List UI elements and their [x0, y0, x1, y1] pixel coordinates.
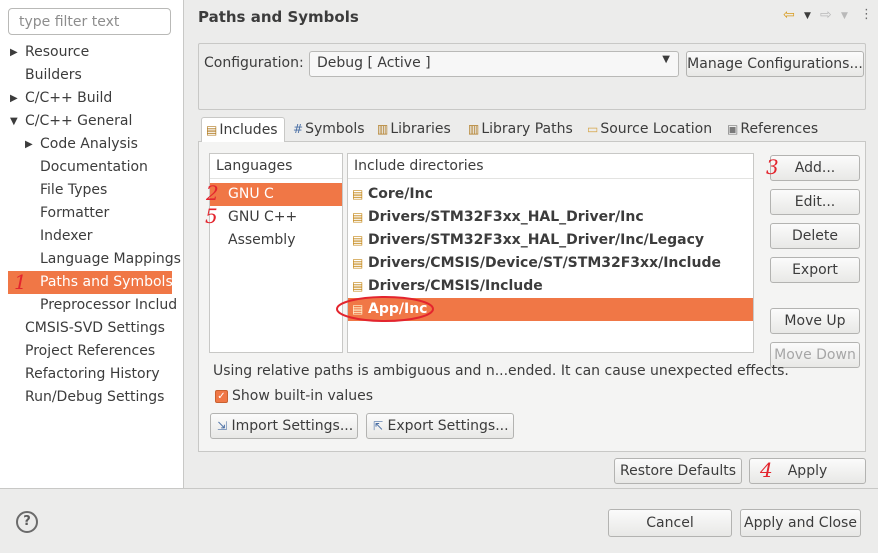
relative-path-warning: Using relative paths is ambiguous and n.…: [213, 363, 789, 379]
tab-includes[interactable]: ▤ Includes: [201, 117, 285, 142]
nav-item-file-types[interactable]: File Types: [40, 179, 107, 202]
import-icon: ⇲: [217, 419, 228, 433]
export-settings-button[interactable]: ⇱ Export Settings...: [366, 413, 514, 439]
nav-item-run-debug-settings[interactable]: Run/Debug Settings: [25, 386, 164, 409]
filter-input[interactable]: [8, 8, 171, 35]
library-paths-icon: ▥: [468, 122, 480, 136]
include-item[interactable]: ▤ Drivers/STM32F3xx_HAL_Driver/Inc/Legac…: [348, 229, 753, 252]
nav-item-cmsis-svd-settings[interactable]: CMSIS-SVD Settings: [25, 317, 165, 340]
back-arrow-icon[interactable]: ⇦: [783, 7, 795, 23]
nav-item-paths-and-symbols[interactable]: Paths and Symbols: [8, 271, 173, 294]
forward-arrow-icon[interactable]: ⇨: [820, 7, 832, 23]
view-menu-icon[interactable]: ⋮: [860, 7, 873, 22]
nav-item-project-references[interactable]: Project References: [25, 340, 155, 363]
delete-button[interactable]: Delete: [770, 223, 860, 249]
tab-library-paths[interactable]: ▥ Library Paths: [468, 117, 573, 142]
annotation-step-1: 1: [14, 270, 27, 294]
tab-references[interactable]: ▣ References: [727, 117, 818, 142]
nav-item-preprocessor-include[interactable]: Preprocessor Includ: [40, 294, 177, 317]
restore-defaults-button[interactable]: Restore Defaults: [614, 458, 742, 484]
languages-header: Languages: [210, 154, 342, 179]
annotation-step-2: 2: [206, 181, 219, 205]
apply-and-close-button[interactable]: Apply and Close: [740, 509, 861, 537]
nav-item-documentation[interactable]: Documentation: [40, 156, 148, 179]
expand-arrow-icon[interactable]: ▶: [10, 87, 22, 110]
configuration-label: Configuration:: [204, 55, 304, 71]
hash-icon: #: [293, 122, 304, 136]
configuration-value: Debug [ Active ]: [317, 55, 431, 71]
tab-libraries[interactable]: ▥ Libraries: [377, 117, 451, 142]
add-button[interactable]: Add...: [770, 155, 860, 181]
language-item-gnu-cpp[interactable]: GNU C++: [210, 206, 342, 229]
include-folder-icon: ▤: [352, 233, 364, 247]
nav-item-formatter[interactable]: Formatter: [40, 202, 109, 225]
expand-arrow-icon[interactable]: ▶: [10, 41, 22, 64]
include-item[interactable]: ▤ Drivers/STM32F3xx_HAL_Driver/Inc: [348, 206, 753, 229]
include-item[interactable]: ▤ Drivers/CMSIS/Device/ST/STM32F3xx/Incl…: [348, 252, 753, 275]
export-icon: ⇱: [373, 419, 384, 433]
include-folder-icon: ▤: [352, 256, 364, 270]
back-dropdown-icon[interactable]: ▼: [804, 11, 811, 21]
source-folder-icon: ▭: [587, 122, 599, 136]
show-builtin-label[interactable]: Show built-in values: [232, 388, 373, 404]
configuration-select[interactable]: Debug [ Active ] ▼: [309, 51, 679, 77]
include-folder-icon: ▤: [352, 187, 364, 201]
annotation-step-4: 4: [760, 458, 773, 482]
library-icon: ▥: [377, 122, 389, 136]
language-item-gnu-c[interactable]: GNU C: [210, 183, 342, 206]
references-icon: ▣: [727, 122, 739, 136]
include-directories-header: Include directories: [348, 154, 753, 179]
nav-item-refactoring-history[interactable]: Refactoring History: [25, 363, 160, 386]
tab-symbols[interactable]: # Symbols: [293, 117, 365, 142]
nav-divider: [183, 0, 184, 488]
manage-configurations-button[interactable]: Manage Configurations...: [686, 51, 864, 77]
languages-list: Languages GNU C GNU C++ Assembly: [209, 153, 343, 353]
show-builtin-checkbox[interactable]: ✓: [215, 390, 228, 403]
expand-arrow-icon[interactable]: ▶: [25, 133, 37, 156]
forward-dropdown-icon[interactable]: ▼: [841, 11, 848, 21]
collapse-arrow-icon[interactable]: ▼: [10, 110, 22, 133]
chevron-down-icon: ▼: [662, 54, 670, 65]
includes-icon: ▤: [206, 123, 218, 137]
annotation-circle: [336, 296, 434, 322]
include-item[interactable]: ▤ Core/Inc: [348, 183, 753, 206]
bottom-divider: [0, 488, 878, 489]
import-settings-button[interactable]: ⇲ Import Settings...: [210, 413, 358, 439]
language-item-assembly[interactable]: Assembly: [210, 229, 342, 252]
move-up-button[interactable]: Move Up: [770, 308, 860, 334]
page-title: Paths and Symbols: [198, 8, 359, 26]
edit-button[interactable]: Edit...: [770, 189, 860, 215]
cancel-button[interactable]: Cancel: [608, 509, 732, 537]
nav-item-builders[interactable]: Builders: [25, 64, 82, 87]
annotation-step-5: 5: [205, 204, 218, 228]
include-folder-icon: ▤: [352, 210, 364, 224]
annotation-step-3: 3: [766, 155, 779, 179]
nav-item-language-mappings[interactable]: Language Mappings: [40, 248, 181, 271]
export-button[interactable]: Export: [770, 257, 860, 283]
nav-item-indexer[interactable]: Indexer: [40, 225, 92, 248]
help-icon[interactable]: ?: [16, 511, 38, 533]
tab-source-location[interactable]: ▭ Source Location: [587, 117, 712, 142]
